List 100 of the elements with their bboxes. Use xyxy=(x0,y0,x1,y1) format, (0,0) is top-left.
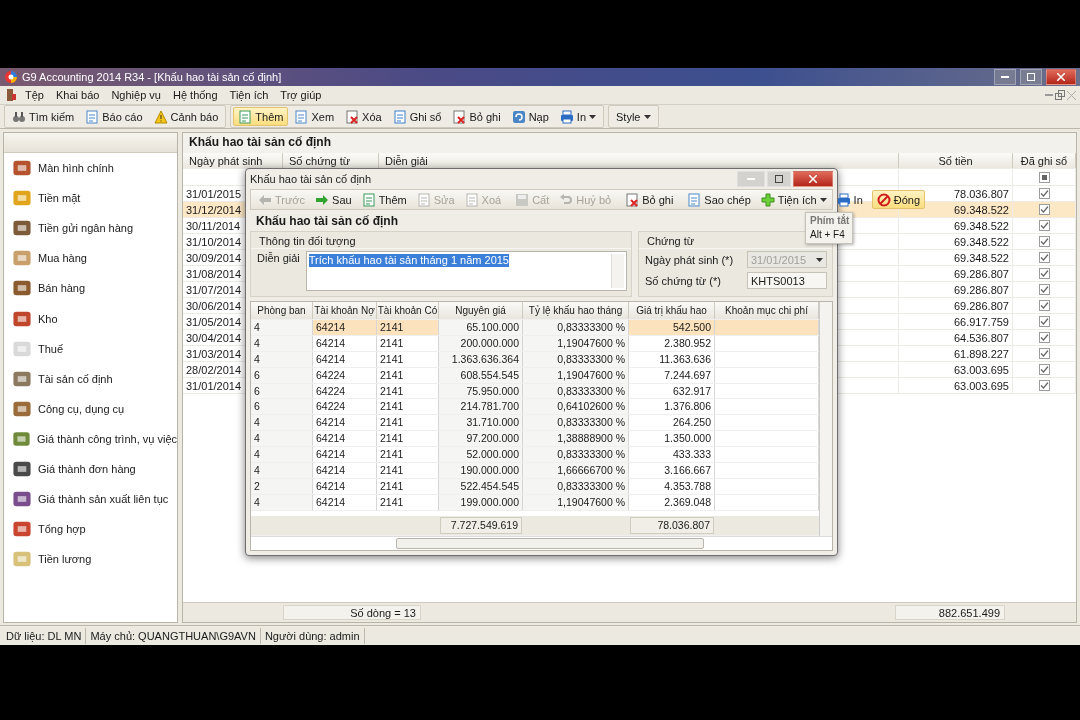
checkbox[interactable] xyxy=(1038,364,1050,375)
sidebar-item[interactable]: Mua hàng xyxy=(4,243,177,274)
toolbar-button[interactable]: In xyxy=(554,107,602,126)
input-field[interactable]: KHTS0013 xyxy=(747,272,827,289)
toolbar-button[interactable]: Nạp xyxy=(506,107,554,126)
column-header[interactable]: Tài khoản Nợ xyxy=(313,302,377,319)
binoculars-icon xyxy=(12,109,26,124)
column-header[interactable]: Giá trị khấu hao xyxy=(629,302,715,319)
menu-item[interactable]: Trợ giúp xyxy=(275,88,327,102)
checkbox[interactable] xyxy=(1038,171,1050,183)
table-row[interactable]: 4 64214 2141 65.100.000 0,83333300 % 542.500 xyxy=(251,320,819,336)
sidebar-item[interactable]: Công cụ, dụng cụ xyxy=(4,393,177,424)
close-button[interactable] xyxy=(1046,69,1076,85)
toolbar-button[interactable]: Báo cáo xyxy=(80,107,148,126)
sidebar-item[interactable]: Tài sản cố định xyxy=(4,363,177,394)
toolbar-button[interactable]: Thêm xyxy=(233,107,289,126)
table-cell: 4 xyxy=(251,415,313,431)
sidebar-item[interactable]: Bán hàng xyxy=(4,273,177,304)
table-row[interactable]: 6 64224 2141 608.554.545 1,19047600 % 7.244.697 xyxy=(251,367,819,384)
minimize-button[interactable] xyxy=(994,69,1016,85)
menu-item[interactable]: Tiện ích xyxy=(224,88,274,102)
scrollbar-thumb[interactable] xyxy=(396,538,704,549)
checkbox[interactable] xyxy=(1038,268,1050,279)
toolbar-button[interactable]: Tiện ích xyxy=(755,190,832,209)
toolbar-button[interactable]: Bỏ ghi xyxy=(447,107,506,126)
checkbox[interactable] xyxy=(1038,236,1050,247)
column-header[interactable]: Đã ghi sổ xyxy=(1013,153,1076,168)
sidebar-item[interactable]: Kho xyxy=(4,303,177,334)
column-header[interactable]: Nguyên giá xyxy=(439,302,523,319)
checkbox[interactable] xyxy=(1038,188,1050,199)
menu-item[interactable]: Tệp xyxy=(20,88,49,102)
sidebar-item[interactable]: Thuế xyxy=(4,333,177,364)
caret-icon xyxy=(643,114,651,119)
table-row[interactable]: 2 64214 2141 522.454.545 0,83333300 % 4.353.788 xyxy=(251,478,819,495)
close-button[interactable] xyxy=(793,171,833,187)
table-row[interactable]: 4 64214 2141 97.200.000 1,38888900 % 1.350.000 xyxy=(251,431,819,448)
column-header[interactable]: Tỷ lệ khấu hao tháng xyxy=(523,302,629,319)
toolbar-button[interactable]: Style xyxy=(611,107,656,126)
column-header[interactable]: Tài khoản Có xyxy=(377,302,439,319)
column-header[interactable]: Số chứng từ xyxy=(283,153,379,168)
toolbar-button[interactable]: Xóa xyxy=(340,107,387,126)
checkbox[interactable] xyxy=(1038,332,1050,343)
column-header[interactable]: Phòng ban xyxy=(251,302,313,319)
table-cell: 69.286.807 xyxy=(899,282,1013,297)
scrollbar[interactable] xyxy=(611,254,624,288)
checkbox[interactable] xyxy=(1038,284,1050,295)
checkbox[interactable] xyxy=(1038,348,1050,359)
table-row[interactable]: 6 64224 2141 75.950.000 0,83333300 % 632.917 xyxy=(251,383,819,400)
column-header[interactable]: Số tiền xyxy=(899,153,1013,168)
sidebar-item[interactable]: Giá thành sản xuất liên tục xyxy=(4,484,177,515)
table-row[interactable]: 4 64214 2141 1.363.636.364 0,83333300 % 11.363.636 xyxy=(251,351,819,368)
table-row[interactable]: 4 64214 2141 31.710.000 0,83333300 % 264.250 xyxy=(251,415,819,432)
caret-icon xyxy=(589,114,597,119)
sidebar-item[interactable]: Giá thành đơn hàng xyxy=(4,453,177,485)
column-header[interactable]: Diễn giải xyxy=(379,153,899,168)
table-cell: 2141 xyxy=(377,415,439,431)
toolbar-button[interactable]: Cảnh báo xyxy=(148,107,224,126)
menu-item[interactable]: Khai báo xyxy=(50,88,105,102)
toolbar-button[interactable]: Bỏ ghi xyxy=(620,190,679,209)
column-header[interactable]: Khoản mục chi phí xyxy=(715,302,819,319)
printer-icon xyxy=(559,109,574,124)
toolbar-button[interactable]: Sau xyxy=(310,190,357,209)
checkbox[interactable] xyxy=(1038,204,1050,215)
list-title: Khấu hao tài sản cố định xyxy=(183,133,1076,153)
toolbar-button[interactable]: Tìm kiếm xyxy=(7,107,80,126)
sidebar-item[interactable]: Tiền lương xyxy=(4,544,177,575)
menu-item[interactable]: Hệ thống xyxy=(167,88,223,102)
checkbox[interactable] xyxy=(1038,380,1050,391)
sidebar-item[interactable]: Tổng hợp xyxy=(4,514,177,545)
toolbar-button[interactable]: Thêm xyxy=(356,190,412,209)
sidebar-item[interactable]: Tiền gửi ngân hàng xyxy=(4,213,177,244)
document-icon xyxy=(361,192,376,207)
table-row[interactable]: 4 64214 2141 52.000.000 0,83333300 % 433.333 xyxy=(251,447,819,463)
toolbar-button[interactable]: Ghi sổ xyxy=(387,107,447,126)
column-header[interactable]: Ngày phát sinh xyxy=(183,153,283,168)
row-count: Số dòng = 13 xyxy=(283,605,421,620)
toolbar-button[interactable]: Xem xyxy=(289,107,340,126)
checkbox[interactable] xyxy=(1038,252,1050,263)
table-row[interactable]: 6 64224 2141 214.781.700 0,64102600 % 1.376.806 xyxy=(251,399,819,416)
scrollbar[interactable] xyxy=(819,302,832,536)
maximize-button[interactable] xyxy=(767,171,791,187)
description-field[interactable]: Trích khấu hao tài sản tháng 1 năm 2015 xyxy=(305,251,627,291)
toolbar-button[interactable]: Sao chép xyxy=(682,190,756,209)
table-row[interactable]: 4 64214 2141 190.000.000 1,66666700 % 3.166.667 xyxy=(251,463,819,479)
checkbox[interactable] xyxy=(1038,300,1050,311)
delete-icon xyxy=(345,109,360,124)
table-cell: 0,83333300 % xyxy=(523,415,629,431)
field-label: Ngày phát sinh (*) xyxy=(645,252,735,267)
sidebar-item[interactable]: Tiền mặt xyxy=(4,183,177,214)
table-row[interactable]: 4 64214 2141 199.000.000 1,19047600 % 2.369.048 xyxy=(251,494,819,511)
maximize-button[interactable] xyxy=(1020,69,1042,85)
checkbox[interactable] xyxy=(1038,220,1050,231)
table-row[interactable]: 4 64214 2141 200.000.000 1,19047600 % 2.380.952 xyxy=(251,335,819,352)
toolbar-button[interactable]: In xyxy=(831,190,868,209)
table-cell: 2141 xyxy=(377,447,439,462)
restore-icon xyxy=(1055,90,1065,100)
sidebar-item[interactable]: Màn hình chính xyxy=(4,153,177,184)
checkbox[interactable] xyxy=(1038,316,1050,327)
sidebar-item[interactable]: Giá thành công trình, vụ việc xyxy=(4,423,177,454)
menu-item[interactable]: Nghiệp vụ xyxy=(106,88,166,102)
